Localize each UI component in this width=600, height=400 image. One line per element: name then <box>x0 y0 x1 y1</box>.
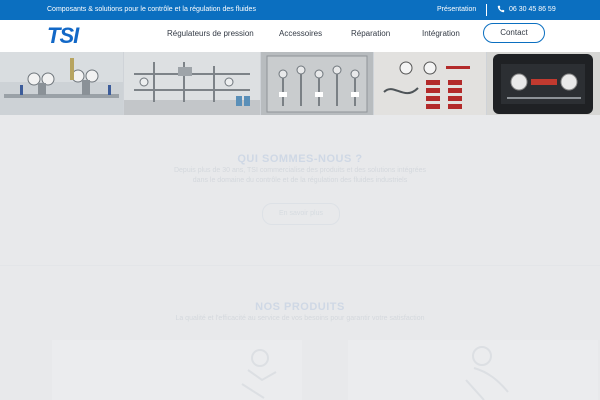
banner-image-portable-case <box>487 52 600 115</box>
nav-item-reparation[interactable]: Réparation <box>351 29 390 39</box>
site-logo[interactable]: TSI <box>47 24 78 48</box>
banner-image-regulators <box>0 52 123 115</box>
nav-item-integration[interactable]: Intégration <box>422 29 460 39</box>
contact-button[interactable]: Contact <box>483 23 545 43</box>
tagline: Composants & solutions pour le contrôle … <box>47 6 256 14</box>
top-bar: Composants & solutions pour le contrôle … <box>0 0 600 20</box>
top-bar-divider <box>486 4 487 16</box>
product-card-left[interactable] <box>52 340 302 400</box>
page: Composants & solutions pour le contrôle … <box>0 0 600 400</box>
phone-number[interactable]: 06 30 45 86 59 <box>509 6 556 14</box>
about-text-line1: Depuis plus de 30 ans, TSI commercialise… <box>0 167 600 175</box>
about-title: QUI SOMMES-NOUS ? <box>0 153 600 165</box>
content-area: QUI SOMMES-NOUS ? Depuis plus de 30 ans,… <box>0 115 600 400</box>
presentation-link[interactable]: Présentation <box>437 6 476 14</box>
product-card-right[interactable] <box>348 340 598 400</box>
main-nav: TSI Régulateurs de pression Accessoires … <box>0 20 600 52</box>
phone-icon <box>497 5 505 13</box>
image-banner <box>0 52 600 115</box>
products-title: NOS PRODUITS <box>0 301 600 313</box>
nav-item-regulateurs[interactable]: Régulateurs de pression <box>167 29 254 39</box>
section-divider <box>0 265 600 266</box>
banner-image-valve-panel <box>374 52 486 115</box>
nav-item-accessoires[interactable]: Accessoires <box>279 29 322 39</box>
products-text: La qualité et l'efficacité au service de… <box>0 315 600 323</box>
banner-image-tubing-panel <box>124 52 260 115</box>
about-more-button[interactable]: En savoir plus <box>262 203 340 225</box>
banner-image-gas-cabinet <box>261 52 373 115</box>
about-text-line2: dans le domaine du contrôle et de la rég… <box>0 177 600 185</box>
